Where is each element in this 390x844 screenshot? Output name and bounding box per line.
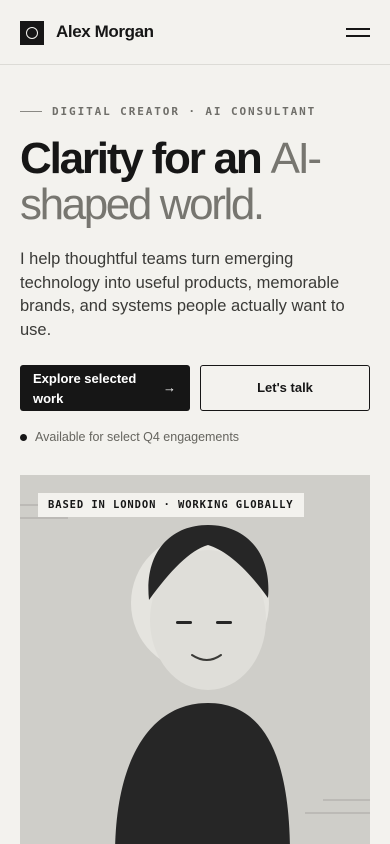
availability-dot bbox=[20, 434, 27, 441]
portrait-illustration bbox=[20, 504, 370, 844]
hero-lead: I help thoughtful teams turn emerging te… bbox=[20, 250, 345, 339]
lets-talk-button[interactable]: Let's talk bbox=[200, 365, 370, 411]
circle-logo-icon[interactable] bbox=[20, 21, 44, 45]
hamburger-menu-icon[interactable] bbox=[340, 20, 370, 46]
availability-text: Available for select Q4 engagements bbox=[35, 430, 240, 444]
location-tag: BASED IN LONDON · WORKING GLOBALLY bbox=[38, 493, 304, 517]
portrait-card: BASED IN LONDON · WORKING GLOBALLY bbox=[20, 475, 370, 844]
site-header: Alex Morgan bbox=[0, 0, 390, 65]
arrow-right-icon: → bbox=[163, 380, 176, 395]
brand-name[interactable]: Alex Morgan bbox=[56, 21, 154, 43]
eyebrow-text: DIGITAL CREATOR · AI CONSULTANT bbox=[52, 105, 317, 118]
hero-headline: Clarity for an AI-shaped world. bbox=[20, 136, 380, 228]
explore-work-label: Explore selected work bbox=[33, 371, 137, 406]
eyebrow-divider bbox=[20, 111, 42, 112]
headline-strong: Clarity for an bbox=[20, 134, 263, 183]
explore-work-button[interactable]: Explore selected work → bbox=[20, 365, 190, 411]
